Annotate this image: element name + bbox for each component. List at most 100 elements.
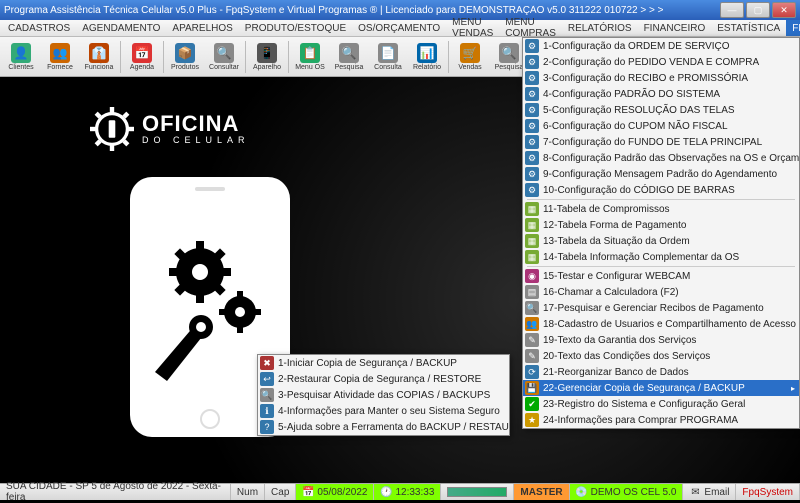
toolbar-clientes[interactable]: 👤Clientes [2,38,40,76]
ferramentas-item-18[interactable]: ▤16-Chamar a Calculadora (F2) [523,284,799,300]
menu-item-label: 17-Pesquisar e Gerenciar Recibos de Paga… [543,303,764,314]
minimize-button[interactable]: — [720,2,744,18]
toolbar-relatório[interactable]: 📊Relatório [408,38,446,76]
submenu-item-icon: ? [260,420,274,434]
ferramentas-item-7[interactable]: ⚙7-Configuração do FUNDO DE TELA PRINCIP… [523,134,799,150]
ferramentas-item-5[interactable]: ⚙5-Configuração RESOLUÇÃO DAS TELAS [523,102,799,118]
menu-produtoestoque[interactable]: PRODUTO/ESTOQUE [239,20,352,36]
status-brand: FpqSystem [736,484,800,500]
menu-agendamento[interactable]: AGENDAMENTO [76,20,166,36]
menu-item-icon: ▤ [525,285,539,299]
funciona-icon: 👔 [89,43,109,63]
gears-wrench-icon [145,227,275,387]
ferramentas-item-26[interactable]: ★24-Informações para Comprar PROGRAMA [523,412,799,428]
toolbar-fornece[interactable]: 👥Fornece [41,38,79,76]
menu-item-label: 15-Testar e Configurar WEBCAM [543,271,690,282]
window-title: Programa Assistência Técnica Celular v5.… [4,5,720,16]
backup-submenu-item-2[interactable]: ↩ 2-Restaurar Copia de Segurança / RESTOR… [258,371,509,387]
status-date: 📅05/08/2022 [296,484,374,500]
ferramentas-item-4[interactable]: ⚙4-Configuração PADRÃO DO SISTEMA [523,86,799,102]
menu-osoramento[interactable]: OS/ORÇAMENTO [352,20,446,36]
menu-financeiro[interactable]: FINANCEIRO [638,20,712,36]
toolbar-vendas[interactable]: 🛒Vendas [451,38,489,76]
status-location: SUA CIDADE - SP 5 de Agosto de 2022 - Se… [0,484,231,500]
calendar-icon: 📅 [302,486,314,498]
menu-item-label: 23-Registro do Sistema e Configuração Ge… [543,399,745,410]
backup-submenu-item-1[interactable]: ✖1-Iniciar Copia de Segurança / BACKUP [258,355,509,371]
ferramentas-item-2[interactable]: ⚙2-Configuração do PEDIDO VENDA E COMPRA [523,54,799,70]
ferramentas-item-12[interactable]: ▦ 11-Tabela de Compromissos [523,201,799,217]
maximize-button[interactable]: ▢ [746,2,770,18]
ferramentas-item-15[interactable]: ▦14-Tabela Informação Complementar da OS [523,249,799,265]
submenu-item-label: 2-Restaurar Copia de Segurança / RESTORE [278,374,481,385]
menu-estatstica[interactable]: ESTATÍSTICA [711,20,786,36]
agenda-icon: 📅 [132,43,152,63]
ferramentas-item-6[interactable]: ⚙6-Configuração do CUPOM NÃO FISCAL [523,118,799,134]
menu-aparelhos[interactable]: APARELHOS [166,20,238,36]
ferramentas-item-9[interactable]: ⚙9-Configuração Mensagem Padrão do Agend… [523,166,799,182]
backup-submenu-item-3[interactable]: 🔍3-Pesquisar Atividade das COPIAS / BACK… [258,387,509,403]
pesquisa-icon: 🔍 [339,43,359,63]
menu-menucompras[interactable]: MENU COMPRAS [499,20,562,36]
menu-item-label: 10-Configuração do CÓDIGO DE BARRAS [543,185,735,196]
menu-item-icon: ⚙ [525,39,539,53]
ferramentas-item-24[interactable]: 💾22-Gerenciar Copia de Segurança / BACKU… [523,380,799,396]
menu-item-label: 13-Tabela da Situação da Ordem [543,236,690,247]
menu-item-icon: ⚙ [525,135,539,149]
menu-item-label: 24-Informações para Comprar PROGRAMA [543,415,738,426]
toolbar-consulta[interactable]: 📄Consulta [369,38,407,76]
menu-item-label: 11-Tabela de Compromissos [543,204,670,215]
ferramentas-item-13[interactable]: ▦12-Tabela Forma de Pagamento [523,217,799,233]
status-email[interactable]: ✉Email [683,484,736,500]
ferramentas-item-3[interactable]: ⚙3-Configuração do RECIBO e PROMISSÓRIA [523,70,799,86]
menu-menuvendas[interactable]: MENU VENDAS [446,20,499,36]
status-cap: Cap [265,484,296,500]
toolbar-menu os[interactable]: 📋Menu OS [291,38,329,76]
toolbar-funciona[interactable]: 👔Funciona [80,38,118,76]
menu-item-icon: ⚙ [525,167,539,181]
menu-item-label: 6-Configuração do CUPOM NÃO FISCAL [543,121,728,132]
backup-submenu-item-5[interactable]: ?5-Ajuda sobre a Ferramenta do BACKUP / … [258,419,509,435]
ferramentas-item-21[interactable]: ✎19-Texto da Garantia dos Serviços [523,332,799,348]
toolbar-consultar[interactable]: 🔍Consultar [205,38,243,76]
ferramentas-item-17[interactable]: ◉15-Testar e Configurar WEBCAM [523,268,799,284]
ferramentas-item-10[interactable]: ⚙10-Configuração do CÓDIGO DE BARRAS [523,182,799,198]
toolbar-produtos[interactable]: 📦Produtos [166,38,204,76]
ferramentas-item-22[interactable]: ✎ 20-Texto das Condições dos Serviços [523,348,799,364]
menu-cadastros[interactable]: CADASTROS [2,20,76,36]
titlebar: Programa Assistência Técnica Celular v5.… [0,0,800,20]
toolbar-aparelho[interactable]: 📱Aparelho [248,38,286,76]
toolbar-label: Pesquisa [495,64,524,71]
submenu-item-label: 4-Informações para Manter o seu Sistema … [278,406,500,417]
submenu-item-icon: ↩ [260,372,274,386]
menu-item-label: 20-Texto das Condições dos Serviços [543,351,710,362]
toolbar-label: Fornece [47,64,73,71]
menu-ferramentas[interactable]: FERRAMENTAS [786,20,800,36]
close-button[interactable]: ✕ [772,2,796,18]
menu-item-icon: ✔ [525,397,539,411]
toolbar-label: Aparelho [253,64,281,71]
vendas-icon: 🛒 [460,43,480,63]
menu-item-icon: ✎ [525,349,539,363]
toolbar-agenda[interactable]: 📅Agenda [123,38,161,76]
menu-separator [527,266,795,267]
menu-item-icon: ⟳ [525,365,539,379]
toolbar-pesquisa[interactable]: 🔍Pesquisa [330,38,368,76]
ferramentas-item-14[interactable]: ▦13-Tabela da Situação da Ordem [523,233,799,249]
ferramentas-item-25[interactable]: ✔ 23-Registro do Sistema e Configuração G… [523,396,799,412]
ferramentas-item-20[interactable]: 👥18-Cadastro de Usuarios e Compartilhame… [523,316,799,332]
menu-item-icon: ⚙ [525,55,539,69]
menu-item-icon: ▦ [525,202,539,216]
backup-submenu-item-4[interactable]: ℹ4-Informações para Manter o seu Sistema… [258,403,509,419]
email-icon: ✉ [689,486,701,498]
relatório-icon: 📊 [417,43,437,63]
window-controls: — ▢ ✕ [720,2,796,18]
toolbar-separator [448,41,449,73]
toolbar-label: Funciona [85,64,114,71]
ferramentas-item-8[interactable]: ⚙8-Configuração Padrão das Observações n… [523,150,799,166]
ferramentas-item-1[interactable]: ⚙1-Configuração da ORDEM DE SERVIÇO [523,38,799,54]
ferramentas-item-23[interactable]: ⟳21-Reorganizar Banco de Dados [523,364,799,380]
toolbar-label: Agenda [130,64,154,71]
menu-relatrios[interactable]: RELATÓRIOS [562,20,638,36]
ferramentas-item-19[interactable]: 🔍17-Pesquisar e Gerenciar Recibos de Pag… [523,300,799,316]
